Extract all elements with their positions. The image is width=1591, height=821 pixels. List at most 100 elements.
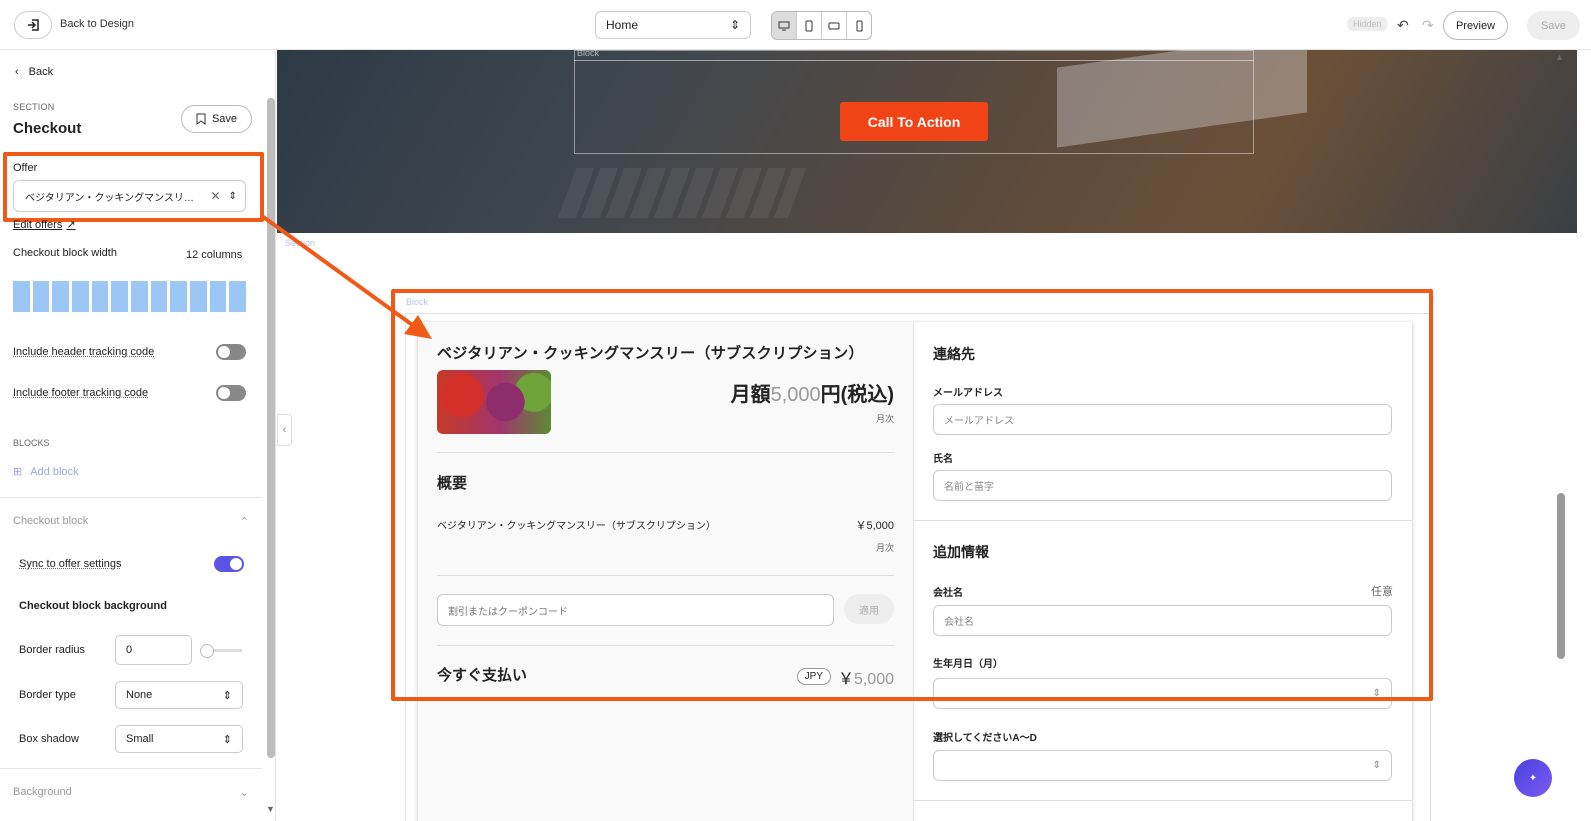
header-tracking-row: Include header tracking code: [13, 344, 246, 360]
footer-tracking-toggle[interactable]: [216, 385, 246, 401]
divider: [0, 768, 262, 769]
chevron-updown-icon: ⇕: [222, 733, 232, 746]
checkout-block-header-label: Checkout block: [13, 515, 89, 527]
box-shadow-row: Box shadow Small ⇕: [19, 725, 244, 753]
desktop-icon: [778, 21, 790, 30]
header-tracking-label: Include header tracking code: [13, 346, 155, 358]
device-switcher: [771, 11, 872, 40]
border-radius-input[interactable]: 0: [115, 635, 192, 665]
choose-label: 選択してくださいA〜D: [933, 733, 1037, 744]
choose-select[interactable]: ⇕: [933, 750, 1392, 781]
back-link[interactable]: ‹ Back: [15, 66, 53, 78]
column-segment[interactable]: [111, 281, 129, 312]
save-section-label: Save: [211, 113, 238, 125]
column-segment[interactable]: [131, 281, 148, 312]
border-type-select[interactable]: None ⇕: [115, 681, 243, 709]
back-to-design-label[interactable]: Back to Design: [60, 18, 134, 30]
checkout-block-width-label: Checkout block width: [13, 247, 117, 259]
section-caption: SECTION: [13, 102, 55, 112]
section-title: Checkout: [13, 120, 82, 137]
mobile-view-button[interactable]: [847, 12, 871, 39]
column-segment[interactable]: [32, 281, 50, 312]
external-link-icon: ↗: [66, 219, 76, 231]
column-segment[interactable]: [209, 281, 227, 312]
divider: [914, 800, 1412, 801]
chevron-updown-icon: ⇕: [222, 689, 232, 702]
footer-tracking-label: Include footer tracking code: [13, 387, 149, 399]
page-select[interactable]: Home ⇕: [595, 11, 751, 39]
border-radius-row: Border radius 0: [19, 635, 244, 665]
save-section-button[interactable]: Save: [181, 105, 252, 133]
sync-offer-toggle[interactable]: [214, 556, 244, 572]
sidebar-scrollbar[interactable]: [267, 98, 275, 758]
chevron-up-icon: ⌃: [239, 516, 249, 528]
ai-assistant-button[interactable]: ✦: [1514, 759, 1552, 797]
blocks-caption: BLOCKS: [13, 438, 50, 448]
call-to-action-button[interactable]: Call To Action: [840, 102, 988, 141]
tablet-landscape-icon: [828, 22, 840, 29]
column-segment[interactable]: [190, 281, 207, 312]
undo-icon[interactable]: ↶: [1397, 17, 1409, 34]
box-shadow-select[interactable]: Small ⇕: [115, 725, 243, 753]
sidebar: ‹ Back SECTION Checkout Save Offer ベジタリア…: [0, 50, 276, 821]
edit-offers-link[interactable]: Edit offers ↗: [13, 218, 76, 232]
column-segment[interactable]: [150, 281, 168, 312]
hidden-badge[interactable]: Hidden: [1347, 17, 1388, 31]
background-accordion[interactable]: Background ⌄: [13, 786, 249, 799]
chevron-updown-icon: ⇕: [1372, 760, 1381, 771]
checkout-block-background-label: Checkout block background: [19, 600, 167, 612]
tablet-icon: [805, 20, 813, 31]
sparkle-icon: ✦: [1528, 772, 1538, 784]
chevron-updown-icon: ⇕: [729, 18, 740, 32]
border-type-row: Border type None ⇕: [19, 681, 244, 709]
border-type-value: None: [126, 689, 153, 701]
column-segment[interactable]: [72, 281, 89, 312]
column-segment[interactable]: [13, 281, 30, 312]
footer-tracking-row: Include footer tracking code: [13, 385, 246, 401]
top-bar: Back to Design Home ⇕ Hidden ↶ ↷ Preview…: [0, 0, 1591, 50]
background-header-label: Background: [13, 786, 72, 798]
scroll-up-icon[interactable]: ▲: [1555, 52, 1564, 62]
save-button[interactable]: Save: [1527, 11, 1580, 40]
sync-offer-label: Sync to offer settings: [19, 558, 122, 570]
sync-offer-row: Sync to offer settings: [19, 556, 244, 572]
page-select-value: Home: [606, 18, 639, 32]
tablet-view-button[interactable]: [797, 12, 822, 39]
checkout-block-accordion[interactable]: Checkout block ⌃: [13, 515, 249, 528]
column-segment[interactable]: [170, 281, 188, 312]
column-segment[interactable]: [91, 281, 109, 312]
canvas-scrollbar[interactable]: [1557, 493, 1565, 659]
border-radius-slider[interactable]: [200, 643, 242, 658]
highlight-box-checkout: [391, 289, 1433, 701]
add-block-label: Add block: [30, 465, 79, 478]
tablet-landscape-view-button[interactable]: [822, 12, 847, 39]
chevron-down-icon: ⌄: [239, 787, 249, 799]
redo-icon[interactable]: ↷: [1422, 17, 1434, 34]
column-segment[interactable]: [229, 281, 247, 312]
bookmark-icon: [196, 113, 206, 125]
section-tag: Section: [285, 238, 316, 248]
hero-block-line: [574, 60, 1254, 61]
chevron-left-icon: ‹: [15, 66, 19, 78]
hero-block-tag: Block: [577, 50, 600, 58]
divider: [0, 497, 262, 498]
scroll-down-icon[interactable]: ▼: [266, 804, 275, 814]
border-radius-label: Border radius: [19, 644, 86, 656]
mobile-icon: [856, 20, 863, 31]
plus-square-icon: ⊞: [13, 466, 23, 478]
hero-section[interactable]: Block Call To Action: [277, 50, 1577, 233]
back-label: Back: [28, 66, 54, 78]
column-width-selector[interactable]: [13, 281, 247, 312]
add-block-button[interactable]: ⊞ Add block: [13, 465, 79, 479]
checkout-block-width-value: 12 columns: [186, 249, 243, 261]
desktop-view-button[interactable]: [772, 12, 797, 39]
back-to-design-button[interactable]: [14, 11, 52, 39]
column-segment[interactable]: [52, 281, 70, 312]
collapse-sidebar-button[interactable]: ‹: [277, 414, 292, 446]
edit-offers-label: Edit offers: [13, 218, 63, 231]
box-shadow-label: Box shadow: [19, 733, 79, 745]
header-tracking-toggle[interactable]: [216, 344, 246, 360]
preview-button[interactable]: Preview: [1443, 11, 1508, 40]
hero-image-keyboard: [557, 168, 807, 218]
exit-icon: [28, 19, 39, 31]
